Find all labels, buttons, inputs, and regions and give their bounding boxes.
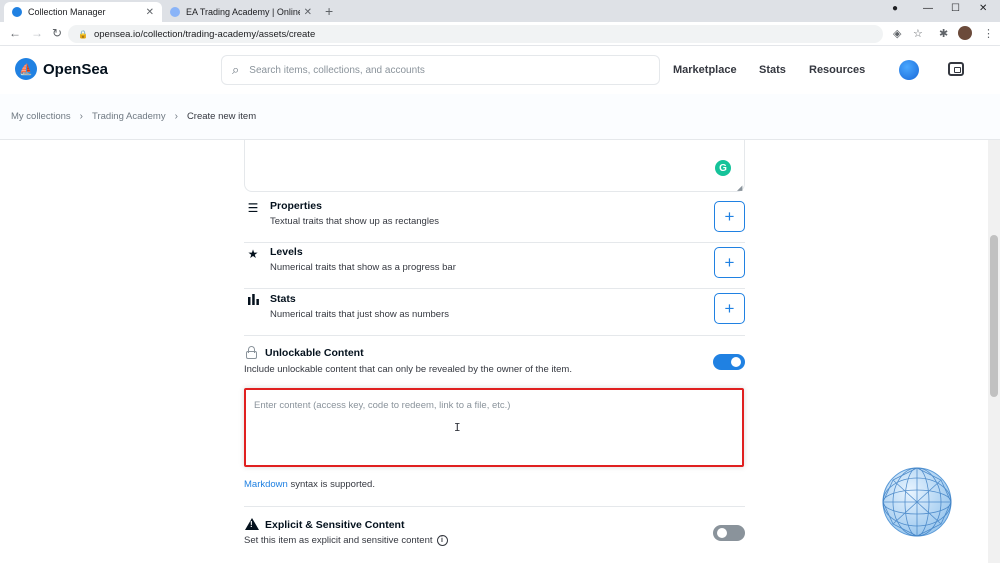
breadcrumb-create-new-item: Create new item — [186, 111, 257, 122]
tab-title: Collection Manager — [28, 7, 106, 17]
trait-title: Levels — [270, 246, 303, 258]
close-tab-icon[interactable]: ✕ — [146, 7, 154, 18]
explicit-content-toggle[interactable] — [713, 525, 745, 541]
trait-title: Properties — [270, 200, 322, 212]
new-tab-icon[interactable]: + — [325, 3, 333, 19]
explicit-description-text: Set this item as explicit and sensitive … — [244, 535, 433, 547]
browser-address-bar: ← → ↻ 🔒 opensea.io/collection/trading-ac… — [0, 22, 1000, 46]
trait-description: Textual traits that show up as rectangle… — [270, 216, 439, 227]
add-properties-button[interactable]: + — [714, 201, 745, 232]
bookmark-star-icon[interactable]: ☆ — [913, 27, 923, 40]
warning-icon — [245, 518, 259, 530]
section-title: Unlockable Content — [265, 347, 364, 359]
plus-icon: + — [724, 298, 735, 318]
nav-marketplace[interactable]: Marketplace — [673, 64, 737, 76]
section-title: Explicit & Sensitive Content — [265, 519, 405, 531]
breadcrumb-my-collections[interactable]: My collections — [11, 111, 71, 122]
search-box[interactable]: ⌕ — [221, 55, 660, 85]
star-icon: ★ — [247, 247, 259, 261]
profile-avatar[interactable] — [958, 26, 972, 40]
unlockable-content-field[interactable] — [244, 388, 744, 467]
add-levels-button[interactable]: + — [714, 247, 745, 278]
resize-handle-icon[interactable]: ◢ — [737, 184, 742, 192]
scrollbar-thumb[interactable] — [990, 235, 998, 397]
unlockable-content-toggle[interactable] — [713, 354, 745, 370]
description-textarea[interactable] — [244, 140, 745, 192]
text-cursor-icon: I — [454, 421, 461, 434]
minimize-icon[interactable]: — — [923, 3, 933, 14]
browser-tab-collection-manager[interactable]: Collection Manager ✕ — [4, 2, 162, 22]
plus-icon: + — [724, 206, 735, 226]
opensea-boat-icon: ⛵ — [15, 58, 37, 80]
extension-icon[interactable]: ◈ — [893, 27, 901, 40]
tab-title: EA Trading Academy | Online Co — [186, 7, 300, 17]
trait-title: Stats — [270, 293, 296, 305]
tab-search-icon[interactable]: ● — [892, 3, 898, 14]
nav-resources[interactable]: Resources — [809, 64, 865, 76]
add-stats-button[interactable]: + — [714, 293, 745, 324]
list-icon: ☰ — [247, 201, 259, 215]
lock-icon — [246, 346, 257, 359]
browser-menu-icon[interactable]: ⋮ — [983, 27, 994, 40]
markdown-note: Markdown syntax is supported. — [244, 479, 375, 490]
section-description: Set this item as explicit and sensitive … — [244, 535, 448, 546]
markdown-link[interactable]: Markdown — [244, 479, 288, 490]
grammarly-icon[interactable]: G — [715, 160, 731, 176]
account-avatar[interactable] — [899, 60, 919, 80]
browser-tab-ea-trading-academy[interactable]: EA Trading Academy | Online Co ✕ — [162, 2, 320, 22]
wallet-icon[interactable] — [948, 62, 964, 76]
search-icon: ⌕ — [232, 62, 240, 77]
toggle-knob — [731, 357, 741, 367]
reload-icon[interactable]: ↻ — [52, 26, 62, 40]
url-text: opensea.io/collection/trading-academy/as… — [93, 28, 316, 40]
opensea-logo[interactable]: ⛵ OpenSea — [15, 58, 108, 80]
lock-icon: 🔒 — [78, 29, 88, 39]
chevron-right-icon: › — [174, 111, 178, 122]
extensions-puzzle-icon[interactable]: ✱ — [939, 27, 948, 40]
trait-description: Numerical traits that just show as numbe… — [270, 309, 449, 320]
section-divider — [244, 506, 745, 507]
url-field[interactable]: 🔒 opensea.io/collection/trading-academy/… — [68, 25, 883, 43]
bar-chart-icon — [246, 294, 260, 308]
nav-stats[interactable]: Stats — [759, 64, 786, 76]
section-description: Include unlockable content that can only… — [244, 364, 572, 375]
toggle-knob — [717, 528, 727, 538]
forward-icon[interactable]: → — [31, 26, 43, 40]
globe-favicon-icon — [170, 7, 180, 17]
back-icon[interactable]: ← — [9, 26, 21, 40]
close-tab-icon[interactable]: ✕ — [304, 7, 312, 18]
breadcrumb: My collections › Trading Academy › Creat… — [0, 94, 1000, 140]
levels-row: ★ Levels Numerical traits that show as a… — [244, 243, 745, 289]
unlockable-content-input[interactable] — [246, 390, 742, 465]
maximize-icon[interactable]: ☐ — [951, 3, 960, 14]
breadcrumb-trading-academy[interactable]: Trading Academy — [92, 111, 166, 122]
brand-name: OpenSea — [43, 60, 109, 78]
close-window-icon[interactable]: ✕ — [979, 3, 987, 14]
opensea-favicon-icon — [12, 7, 22, 17]
markdown-note-text: syntax is supported. — [287, 479, 375, 490]
site-header: ⛵ OpenSea ⌕ Marketplace Stats Resources — [0, 46, 1000, 94]
search-input[interactable] — [249, 64, 630, 76]
plus-icon: + — [724, 252, 735, 272]
stats-row: Stats Numerical traits that just show as… — [244, 290, 745, 336]
browser-tab-bar: Collection Manager ✕ EA Trading Academy … — [0, 0, 1000, 22]
globe-logo-icon — [882, 467, 952, 537]
chevron-right-icon: › — [79, 111, 84, 122]
trait-description: Numerical traits that show as a progress… — [270, 262, 456, 273]
properties-row: ☰ Properties Textual traits that show up… — [244, 197, 745, 243]
info-icon[interactable]: i — [436, 535, 448, 546]
